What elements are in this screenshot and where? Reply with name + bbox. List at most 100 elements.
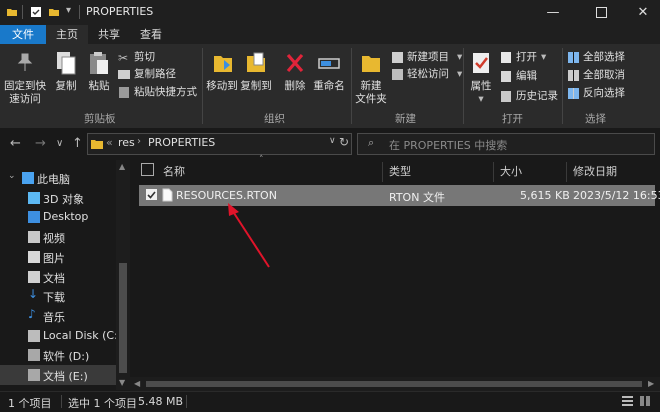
sidebar-item-label: 文档 (43, 271, 65, 285)
properties-button[interactable]: 属性 ▾ (466, 48, 496, 108)
chevron-down-icon: ▾ (541, 51, 547, 63)
tab-share[interactable]: 共享 (88, 25, 130, 44)
delete-button[interactable]: 删除 (282, 48, 308, 94)
sidebar-item-0[interactable]: ⌄ 此电脑 (0, 168, 116, 188)
new-item-icon (392, 52, 403, 63)
expand-chevron-icon[interactable]: ⌄ (8, 171, 16, 181)
details-view-icon[interactable] (622, 396, 633, 406)
file-list-horizontal-scrollbar[interactable]: ◀ ▶ (130, 377, 660, 391)
new-folder-icon[interactable] (48, 6, 60, 18)
breadcrumb-res[interactable]: res (118, 136, 135, 149)
drive-icon (28, 349, 40, 362)
maximize-button[interactable] (578, 0, 624, 25)
easy-access-icon (392, 69, 403, 80)
breadcrumb-overflow[interactable]: « (106, 136, 113, 149)
recent-locations-chevron-icon[interactable]: ∨ (56, 138, 63, 149)
rename-icon (318, 58, 340, 69)
minimize-button[interactable]: — (530, 0, 576, 25)
back-arrow-icon[interactable]: ← (10, 136, 21, 151)
sidebar-item-7[interactable]: ♪ 音乐 (0, 306, 116, 326)
copy-button[interactable]: 复制 (52, 48, 80, 94)
sidebar-item-9[interactable]: 软件 (D:) (0, 345, 116, 365)
cube-icon (28, 191, 40, 204)
nav-pane-scrollbar[interactable]: ▲ ▼ (116, 160, 130, 390)
copy-to-icon (247, 52, 265, 72)
document-icon (28, 270, 40, 283)
folder-icon (91, 140, 103, 149)
paste-button[interactable]: 粘贴 (84, 48, 114, 94)
chevron-down-icon: ▾ (457, 51, 463, 63)
sidebar-item-4[interactable]: 图片 (0, 247, 116, 267)
close-button[interactable]: ✕ (620, 0, 660, 25)
scroll-up-icon[interactable]: ▲ (119, 162, 125, 171)
sidebar-item-1[interactable]: 3D 对象 (0, 188, 116, 208)
sort-ascending-icon: ˄ (259, 155, 264, 165)
copy-to-button[interactable]: 复制到 (240, 48, 272, 94)
up-arrow-icon[interactable]: ↑ (72, 136, 83, 151)
column-header-name[interactable]: 名称 (163, 163, 185, 179)
chevron-down-icon: ▾ (478, 93, 484, 105)
status-size: 5.48 MB (138, 395, 184, 408)
refresh-icon[interactable]: ↻ (339, 135, 349, 149)
pin-quick-access-button[interactable]: 固定到快 速访问 (2, 48, 48, 108)
search-placeholder: 在 PROPERTIES 中搜索 (389, 139, 508, 152)
sidebar-item-label: Local Disk (C:) (43, 328, 123, 342)
disk-icon (28, 329, 40, 342)
file-modified: 2023/5/12 16:53 (573, 189, 660, 202)
forward-arrow-icon[interactable]: → (35, 136, 46, 151)
sidebar-item-2[interactable]: Desktop (0, 207, 116, 227)
sidebar-item-6[interactable]: ↓ 下载 (0, 286, 116, 306)
sidebar-item-8[interactable]: Local Disk (C:) (0, 326, 122, 346)
status-item-count: 1 个项目 (8, 397, 52, 410)
file-size: 5,615 KB (520, 189, 570, 202)
row-checkbox[interactable] (146, 189, 157, 200)
sidebar-item-label: 3D 对象 (43, 192, 84, 206)
column-header-type[interactable]: 类型 (389, 163, 411, 179)
history-icon (501, 91, 511, 102)
status-selected: 选中 1 个项目 (68, 397, 137, 410)
invert-selection-icon (568, 88, 579, 99)
rename-button[interactable]: 重命名 (312, 48, 346, 94)
new-folder-icon (362, 56, 380, 72)
move-to-button[interactable]: 移动到 (205, 48, 239, 94)
sidebar-item-label: 图片 (43, 251, 65, 265)
drive-icon (28, 369, 40, 381)
sidebar-item-10[interactable]: 文档 (E:) (0, 365, 116, 385)
new-folder-button[interactable]: 新建 文件夹 (354, 48, 388, 108)
scroll-right-icon[interactable]: ▶ (648, 379, 654, 388)
breadcrumb-properties[interactable]: PROPERTIES (148, 136, 215, 149)
group-label-open: 打开 (502, 113, 523, 125)
scroll-thumb[interactable] (146, 381, 642, 387)
scroll-thumb[interactable] (119, 263, 127, 373)
select-all-checkbox[interactable] (141, 163, 154, 176)
select-none-icon (568, 70, 579, 81)
tab-view[interactable]: 查看 (130, 25, 172, 44)
computer-icon (22, 172, 34, 184)
tab-home[interactable]: 主页 (46, 25, 88, 44)
clipboard-icon (90, 52, 108, 74)
music-icon: ♪ (28, 306, 36, 321)
annotation-arrow-icon (228, 203, 270, 268)
address-dropdown-chevron-icon[interactable]: ∨ (329, 136, 336, 146)
large-icons-view-icon[interactable] (640, 396, 651, 406)
scroll-down-icon[interactable]: ▼ (119, 378, 125, 387)
group-label-select: 选择 (585, 113, 606, 125)
sidebar-item-label: 音乐 (43, 310, 65, 324)
window-title: PROPERTIES (86, 5, 154, 18)
scroll-left-icon[interactable]: ◀ (134, 379, 140, 388)
tab-file[interactable]: 文件 (0, 25, 46, 44)
properties-icon[interactable] (30, 6, 42, 18)
quick-access-dropdown[interactable]: ▾ (66, 5, 71, 16)
sidebar-item-label: 下载 (43, 291, 65, 305)
sidebar-item-5[interactable]: 文档 (0, 267, 116, 287)
chevron-down-icon: ▾ (457, 68, 463, 80)
group-label-organize: 组织 (264, 113, 285, 125)
folder-icon (7, 9, 17, 16)
sidebar-item-3[interactable]: 视频 (0, 227, 116, 247)
column-header-size[interactable]: 大小 (500, 163, 522, 179)
column-header-modified[interactable]: 修改日期 (573, 163, 617, 179)
search-icon: ⌕ (368, 136, 375, 149)
move-to-icon (214, 56, 232, 72)
checkmark-icon (147, 191, 156, 199)
sidebar-item-label: Desktop (43, 210, 89, 224)
